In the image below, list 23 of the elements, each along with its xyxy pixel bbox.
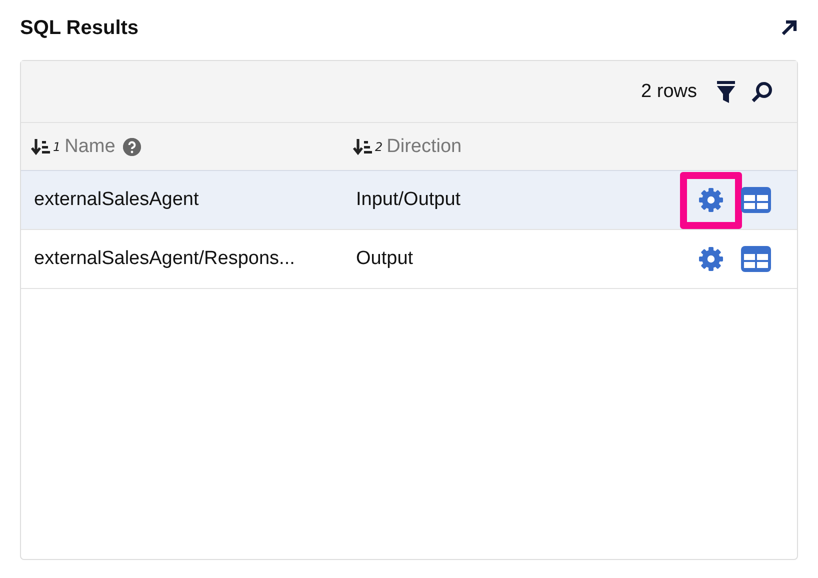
table-icon[interactable] [741, 246, 771, 272]
gear-icon[interactable] [698, 187, 724, 213]
row-count: 2 rows [641, 80, 697, 102]
settings-button[interactable] [680, 172, 742, 228]
panel-title: SQL Results [20, 16, 139, 40]
sort-icon[interactable] [353, 136, 373, 156]
table-cell-text: Input/Output [356, 189, 462, 211]
sort-icon[interactable] [31, 136, 51, 156]
table-cell-text: externalSalesAgent [34, 189, 200, 211]
column-header[interactable]: Name [64, 136, 116, 158]
table-cell-text: externalSalesAgent/Respons... [34, 248, 296, 270]
column-header[interactable]: Direction [386, 136, 462, 158]
gear-icon[interactable] [698, 246, 724, 272]
table-row[interactable]: externalSalesAgent/Respons... Output [21, 230, 797, 289]
search-icon[interactable] [751, 80, 773, 102]
filter-icon[interactable] [717, 80, 735, 102]
expand-icon[interactable] [780, 19, 798, 37]
sort-order: 1 [53, 140, 61, 154]
sort-order: 2 [375, 140, 383, 154]
table-row[interactable]: externalSalesAgent Input/Output [21, 171, 797, 230]
table-icon[interactable] [741, 187, 771, 213]
help-icon[interactable] [123, 138, 142, 156]
table-cell-text: Output [356, 248, 414, 270]
